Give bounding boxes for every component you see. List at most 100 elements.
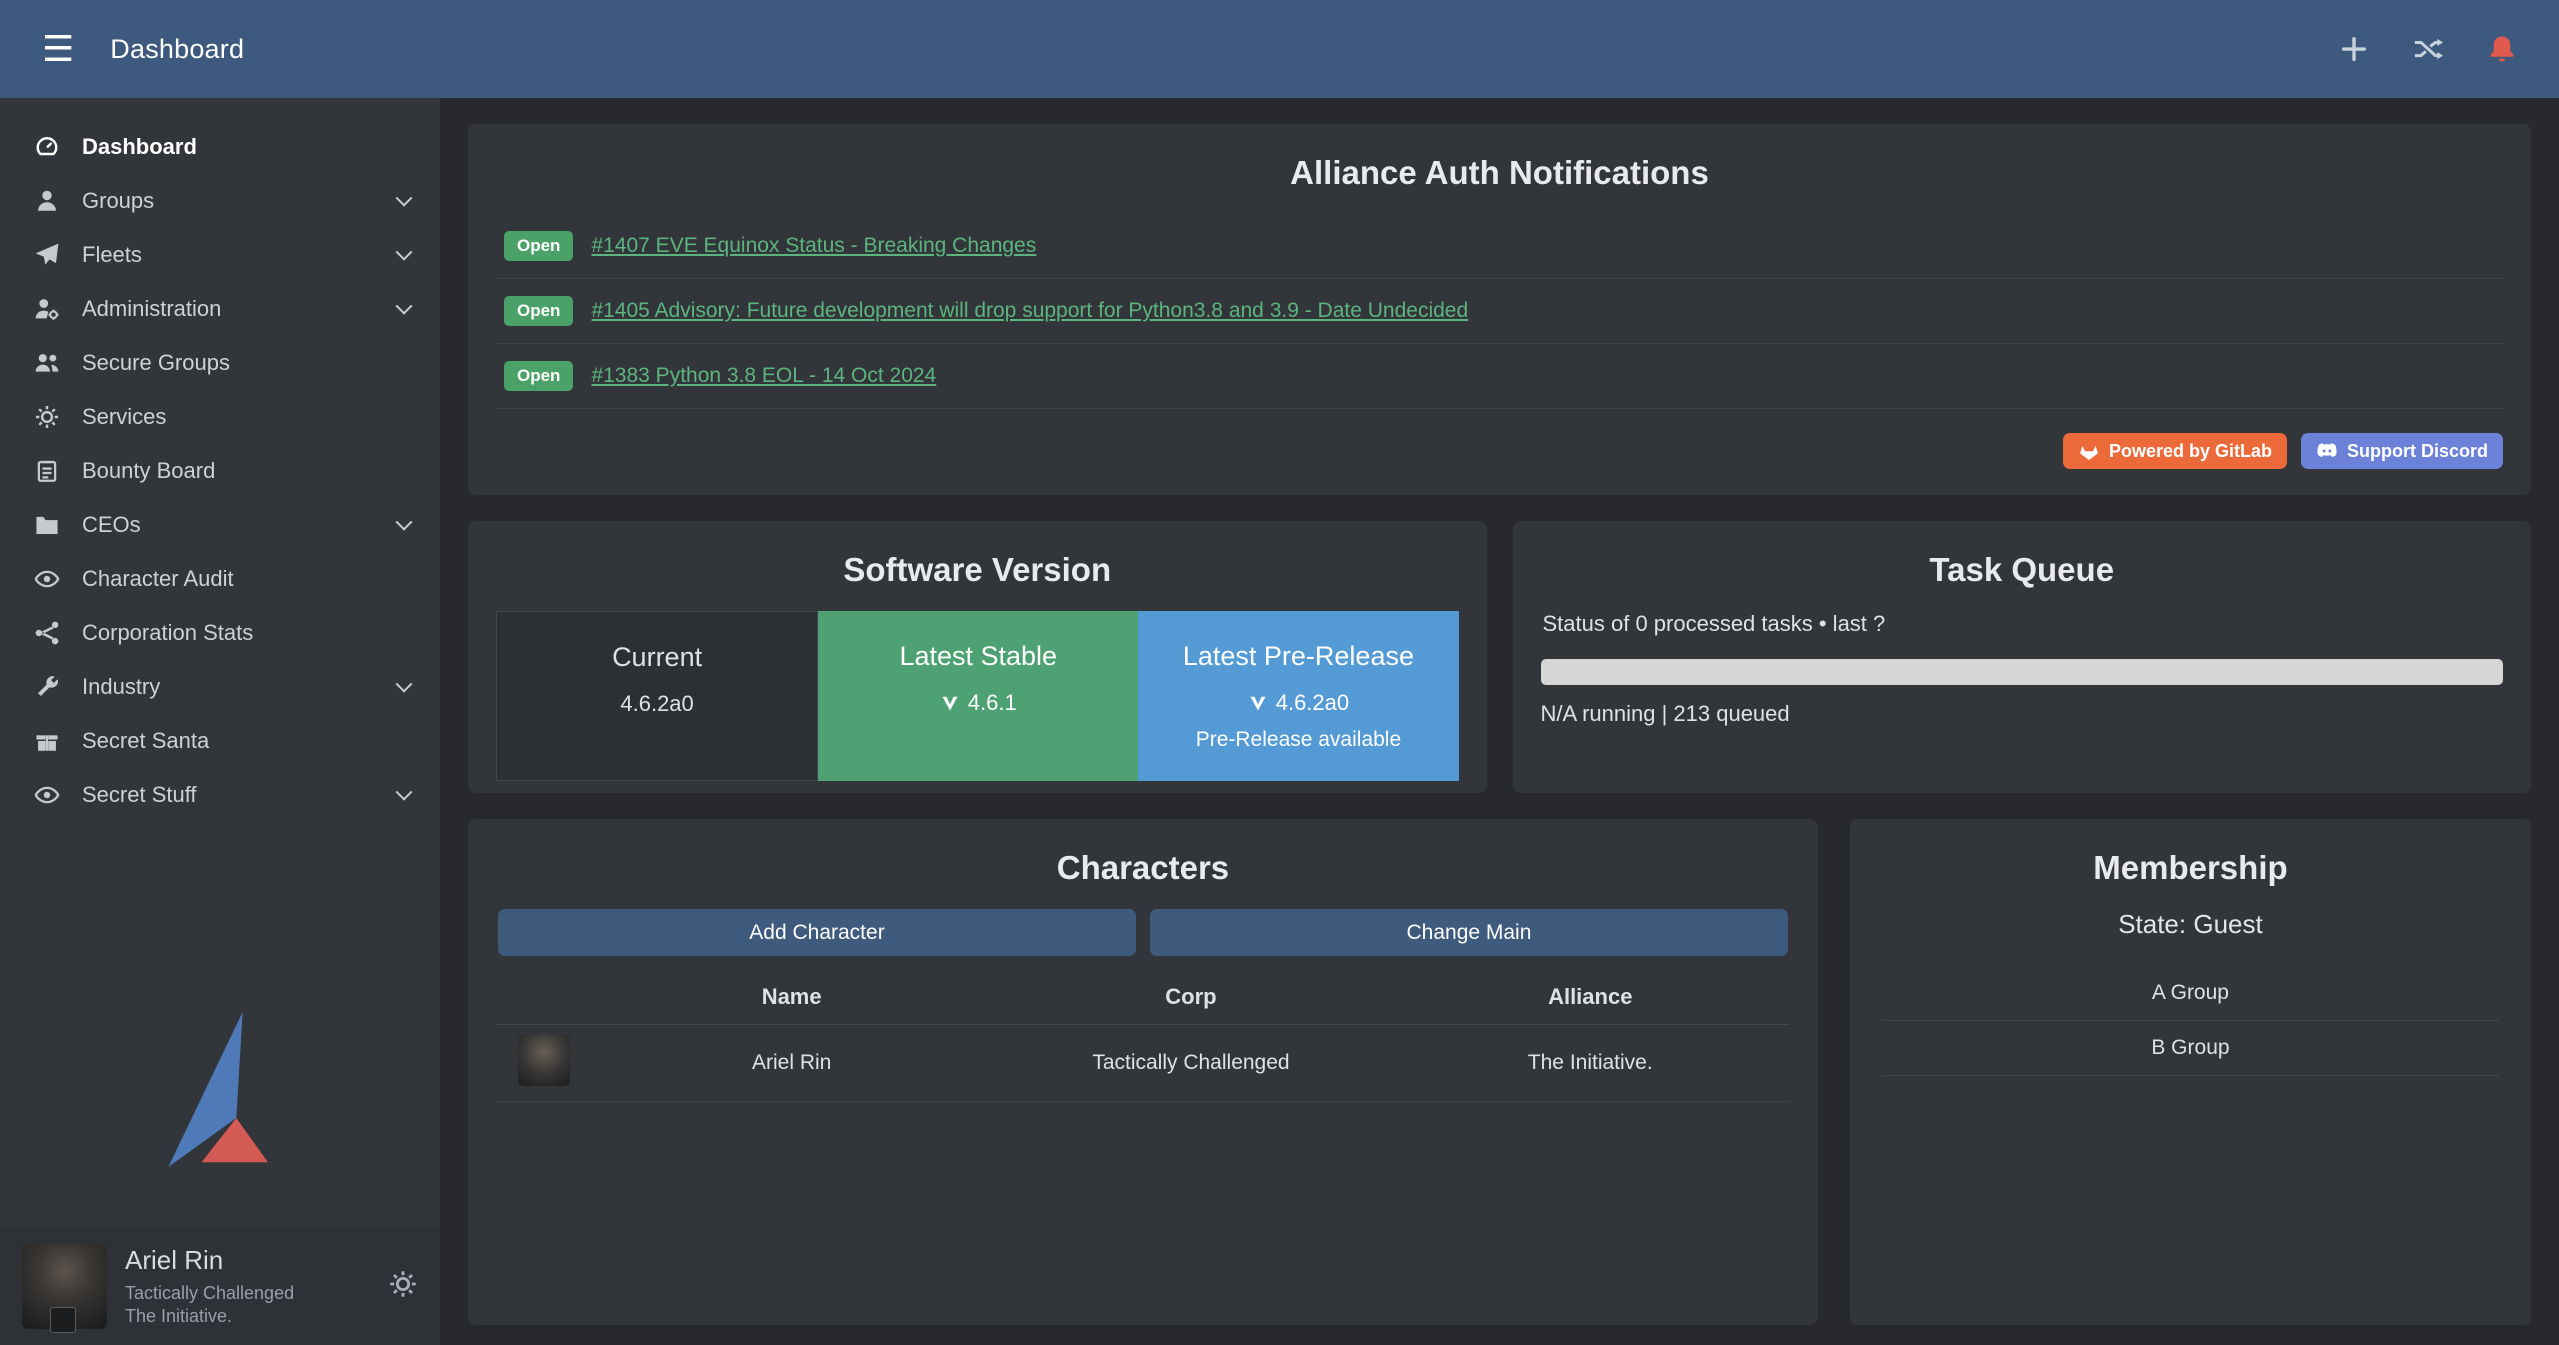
character-actions: Add Character Change Main xyxy=(498,909,1788,956)
sidebar-item-label: Secure Groups xyxy=(82,350,230,376)
footer-badges: Powered by GitLab Support Discord xyxy=(496,433,2503,469)
sidebar-item-secure-groups[interactable]: Secure Groups xyxy=(0,336,440,390)
character-row: Ariel Rin Tactically Challenged The Init… xyxy=(496,1025,1790,1102)
navbar-actions xyxy=(2339,34,2517,64)
bell-icon[interactable] xyxy=(2487,34,2517,64)
add-icon[interactable] xyxy=(2339,34,2369,64)
chevron-down-icon xyxy=(396,190,413,207)
folder-icon xyxy=(28,512,66,538)
sidebar-item-secret-santa[interactable]: Secret Santa xyxy=(0,714,440,768)
characters-table-header: Name Corp Alliance xyxy=(496,970,1790,1025)
membership-state: State: Guest xyxy=(1878,909,2503,940)
sidebar-item-label: Corporation Stats xyxy=(82,620,253,646)
column-corp: Corp xyxy=(991,984,1390,1010)
user-corp: Tactically Challenged xyxy=(125,1282,294,1305)
corp-logo-badge xyxy=(50,1307,76,1333)
notification-item: Open #1407 EVE Equinox Status - Breaking… xyxy=(496,214,2503,279)
top-navbar: ☰ Dashboard xyxy=(0,0,2559,98)
notification-link[interactable]: #1405 Advisory: Future development will … xyxy=(591,299,1468,323)
sidebar-item-label: Services xyxy=(82,404,166,430)
task-queue-progressbar xyxy=(1541,659,2504,685)
chevron-down-icon xyxy=(396,784,413,801)
powered-by-gitlab-badge[interactable]: Powered by GitLab xyxy=(2063,433,2287,469)
software-version-panel: Software Version Current 4.6.2a0 Latest … xyxy=(468,521,1487,793)
notification-item: Open #1405 Advisory: Future development … xyxy=(496,279,2503,344)
discord-icon xyxy=(2316,440,2338,462)
membership-title: Membership xyxy=(1878,849,2503,887)
alliance-auth-app: ☰ Dashboard Dashboard xyxy=(0,0,2559,1345)
version-row: Current 4.6.2a0 Latest Stable 4.6.1 Late… xyxy=(496,611,1459,781)
main-content: Alliance Auth Notifications Open #1407 E… xyxy=(440,98,2559,1345)
character-alliance: The Initiative. xyxy=(1391,1051,1790,1075)
sidebar-toggle-button[interactable]: ☰ xyxy=(30,25,86,73)
notifications-panel: Alliance Auth Notifications Open #1407 E… xyxy=(468,124,2531,495)
user-avatar[interactable] xyxy=(22,1244,107,1329)
sidebar-item-corporation-stats[interactable]: Corporation Stats xyxy=(0,606,440,660)
version-prerelease-cell: Latest Pre-Release 4.6.2a0 Pre-Release a… xyxy=(1138,611,1458,781)
eve-icon xyxy=(940,693,960,713)
gitlab-icon xyxy=(2078,440,2100,462)
sidebar-item-label: CEOs xyxy=(82,512,141,538)
sidebar-item-character-audit[interactable]: Character Audit xyxy=(0,552,440,606)
bottom-row: Characters Add Character Change Main Nam… xyxy=(468,819,2531,1325)
user-panel: Ariel Rin Tactically Challenged The Init… xyxy=(0,1227,440,1345)
person-icon xyxy=(28,188,66,214)
share-nodes-icon xyxy=(28,620,66,646)
sidebar-item-label: Industry xyxy=(82,674,160,700)
sidebar-menu: Dashboard Groups Fleets xyxy=(0,98,440,822)
wrench-icon xyxy=(28,674,66,700)
notifications-title: Alliance Auth Notifications xyxy=(496,154,2503,192)
sidebar-item-label: Fleets xyxy=(82,242,142,268)
notification-link[interactable]: #1407 EVE Equinox Status - Breaking Chan… xyxy=(591,234,1036,258)
membership-panel: Membership State: Guest A Group B Group xyxy=(1850,819,2531,1325)
sidebar-item-dashboard[interactable]: Dashboard xyxy=(0,120,440,174)
notification-item: Open #1383 Python 3.8 EOL - 14 Oct 2024 xyxy=(496,344,2503,409)
chevron-down-icon xyxy=(396,244,413,261)
sidebar-item-fleets[interactable]: Fleets xyxy=(0,228,440,282)
eve-icon xyxy=(1248,693,1268,713)
gear-icon xyxy=(28,404,66,430)
users-gear-icon xyxy=(28,296,66,322)
fleet-plane-icon xyxy=(28,242,66,268)
sidebar-item-label: Character Audit xyxy=(82,566,234,592)
sidebar-item-label: Secret Santa xyxy=(82,728,209,754)
sidebar-item-label: Administration xyxy=(82,296,221,322)
add-character-button[interactable]: Add Character xyxy=(498,909,1136,956)
status-badge: Open xyxy=(504,296,573,326)
user-info: Ariel Rin Tactically Challenged The Init… xyxy=(125,1244,294,1329)
sidebar-item-groups[interactable]: Groups xyxy=(0,174,440,228)
task-queue-status: Status of 0 processed tasks • last ? xyxy=(1543,611,2502,637)
task-queue-panel: Task Queue Status of 0 processed tasks •… xyxy=(1513,521,2532,793)
sidebar-item-secret-stuff[interactable]: Secret Stuff xyxy=(0,768,440,822)
sidebar-item-services[interactable]: Services xyxy=(0,390,440,444)
gift-icon xyxy=(28,728,66,754)
character-portrait xyxy=(518,1034,570,1086)
version-current-cell: Current 4.6.2a0 xyxy=(496,611,818,781)
sidebar-item-bounty-board[interactable]: Bounty Board xyxy=(0,444,440,498)
sidebar-item-administration[interactable]: Administration xyxy=(0,282,440,336)
notification-link[interactable]: #1383 Python 3.8 EOL - 14 Oct 2024 xyxy=(591,364,936,388)
eye-icon xyxy=(28,566,66,592)
shuffle-icon[interactable] xyxy=(2413,34,2443,64)
status-row: Software Version Current 4.6.2a0 Latest … xyxy=(468,521,2531,793)
sidebar-item-ceos[interactable]: CEOs xyxy=(0,498,440,552)
support-discord-badge[interactable]: Support Discord xyxy=(2301,433,2503,469)
characters-panel: Characters Add Character Change Main Nam… xyxy=(468,819,1818,1325)
column-name: Name xyxy=(592,984,991,1010)
sidebar-item-industry[interactable]: Industry xyxy=(0,660,440,714)
user-name: Ariel Rin xyxy=(125,1244,294,1278)
user-alliance: The Initiative. xyxy=(125,1305,294,1328)
sidebar-item-label: Secret Stuff xyxy=(82,782,197,808)
dashboard-icon xyxy=(28,134,66,160)
people-group-icon xyxy=(28,350,66,376)
sidebar-item-label: Dashboard xyxy=(82,134,197,160)
chevron-down-icon xyxy=(396,298,413,315)
characters-table: Name Corp Alliance Ariel Rin Tactically … xyxy=(496,970,1790,1102)
change-main-button[interactable]: Change Main xyxy=(1150,909,1788,956)
group-row: B Group xyxy=(1882,1021,2499,1076)
characters-title: Characters xyxy=(496,849,1790,887)
user-settings-gear-icon[interactable] xyxy=(388,1269,418,1304)
task-queue-counts: N/A running | 213 queued xyxy=(1541,701,2504,727)
chevron-down-icon xyxy=(396,676,413,693)
page-title: Dashboard xyxy=(110,34,244,65)
